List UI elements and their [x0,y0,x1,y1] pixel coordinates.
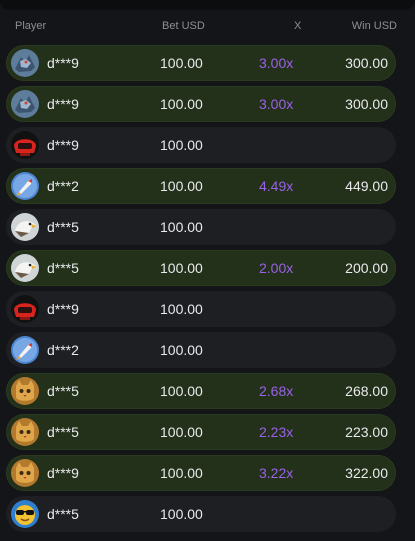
bet-amount: 100.00 [160,219,203,235]
red-helmet-avatar-icon [11,295,39,323]
win-amount: 300.00 [345,96,388,112]
cat-avatar-icon [11,459,39,487]
bet-amount: 100.00 [160,424,203,440]
bet-row: d***5 100.00 [6,496,396,532]
bet-amount: 100.00 [160,260,203,276]
eagle-avatar-icon [11,213,39,241]
eagle-avatar-icon [11,254,39,282]
bets-table-header: Player Bet USD X Win USD [0,18,415,36]
win-amount: 223.00 [345,424,388,440]
bet-row: d***9 100.00 [6,291,396,327]
bet-amount: 100.00 [160,178,203,194]
win-amount: 300.00 [345,55,388,71]
player-name: d***9 [47,137,79,153]
player-name: d***9 [47,301,79,317]
rocket-avatar-icon [11,336,39,364]
bet-amount: 100.00 [160,342,203,358]
bet-row: d***5 100.00 [6,209,396,245]
win-amount: 200.00 [345,260,388,276]
bet-amount: 100.00 [160,55,203,71]
header-multiplier: X [294,20,302,32]
header-win: Win USD [351,20,397,32]
player-name: d***5 [47,219,79,235]
bet-amount: 100.00 [160,465,203,481]
bet-row: d***2 100.00 4.49x 449.00 [6,168,396,204]
player-name: d***5 [47,424,79,440]
cat-avatar-icon [11,377,39,405]
bet-amount: 100.00 [160,383,203,399]
dragon-avatar-icon [11,49,39,77]
cashout-multiplier: 3.00x [259,55,294,71]
player-name: d***2 [47,342,79,358]
cashout-multiplier: 2.68x [259,383,294,399]
win-amount: 268.00 [345,383,388,399]
cashout-multiplier: 2.23x [259,424,294,440]
cashout-multiplier: 4.49x [259,178,294,194]
bet-amount: 100.00 [160,137,203,153]
header-player: Player [15,20,47,32]
bet-amount: 100.00 [160,96,203,112]
rocket-avatar-icon [11,172,39,200]
player-name: d***5 [47,506,79,522]
cashout-multiplier: 3.22x [259,465,294,481]
player-name: d***2 [47,178,79,194]
bet-row: d***2 100.00 [6,332,396,368]
sunglasses-avatar-icon [11,500,39,528]
cashout-multiplier: 3.00x [259,96,294,112]
player-name: d***9 [47,465,79,481]
win-amount: 449.00 [345,178,388,194]
bet-row: d***9 100.00 3.00x 300.00 [6,86,396,122]
bet-row: d***5 100.00 2.68x 268.00 [6,373,396,409]
bet-amount: 100.00 [160,506,203,522]
bet-row: d***9 100.00 3.22x 322.00 [6,455,396,491]
bet-row: d***9 100.00 [6,127,396,163]
player-name: d***5 [47,260,79,276]
red-helmet-avatar-icon [11,131,39,159]
cashout-multiplier: 2.00x [259,260,294,276]
dragon-avatar-icon [11,90,39,118]
player-name: d***5 [47,383,79,399]
bet-amount: 100.00 [160,301,203,317]
top-panel-edge [0,0,415,10]
win-amount: 322.00 [345,465,388,481]
cat-avatar-icon [11,418,39,446]
player-name: d***9 [47,96,79,112]
bet-row: d***5 100.00 2.23x 223.00 [6,414,396,450]
bet-row: d***9 100.00 3.00x 300.00 [6,45,396,81]
header-bet: Bet USD [162,20,205,32]
bet-row: d***5 100.00 2.00x 200.00 [6,250,396,286]
player-name: d***9 [47,55,79,71]
